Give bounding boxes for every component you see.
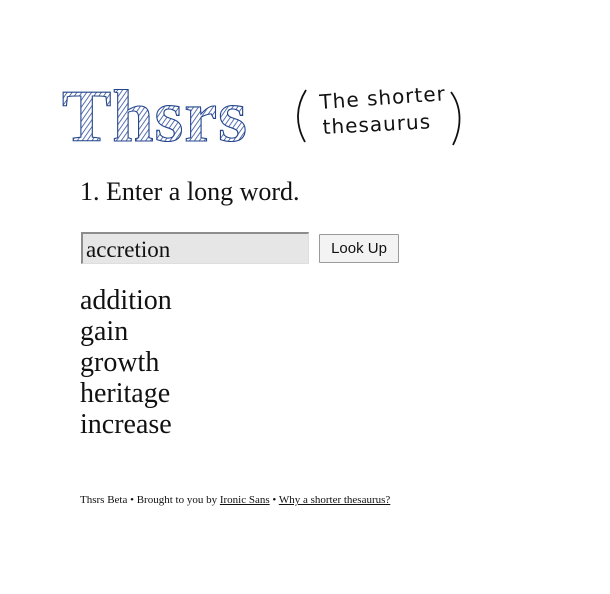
step-instruction: 1. Enter a long word.: [80, 177, 300, 206]
result-word: increase: [80, 409, 172, 440]
word-input[interactable]: [81, 232, 309, 264]
brought-to-you-text: Brought to you by: [136, 494, 218, 506]
look-up-button[interactable]: Look Up: [319, 234, 399, 263]
result-word: gain: [80, 316, 129, 347]
separator-dot: •: [130, 494, 134, 506]
result-word: heritage: [80, 378, 171, 409]
right-paren: [450, 91, 461, 146]
result-word: growth: [80, 347, 160, 378]
results-list: addition gain growth heritage increase: [80, 285, 172, 440]
ironic-sans-link[interactable]: Ironic Sans: [220, 494, 270, 506]
why-shorter-link[interactable]: Why a shorter thesaurus?: [279, 494, 391, 506]
left-paren: [297, 89, 307, 143]
result-word: addition: [80, 285, 172, 316]
tagline-line-2: thesaurus: [322, 109, 432, 139]
logo-text: Thsrs: [62, 76, 248, 152]
beta-label: Thsrs Beta: [80, 494, 128, 506]
tagline-handwritten: The shorter thesaurus: [297, 82, 461, 146]
thsrs-logo: Thsrs: [61, 75, 248, 152]
separator-dot: •: [272, 494, 277, 506]
footer: Thsrs Beta • Brought to you by Ironic Sa…: [80, 492, 390, 508]
